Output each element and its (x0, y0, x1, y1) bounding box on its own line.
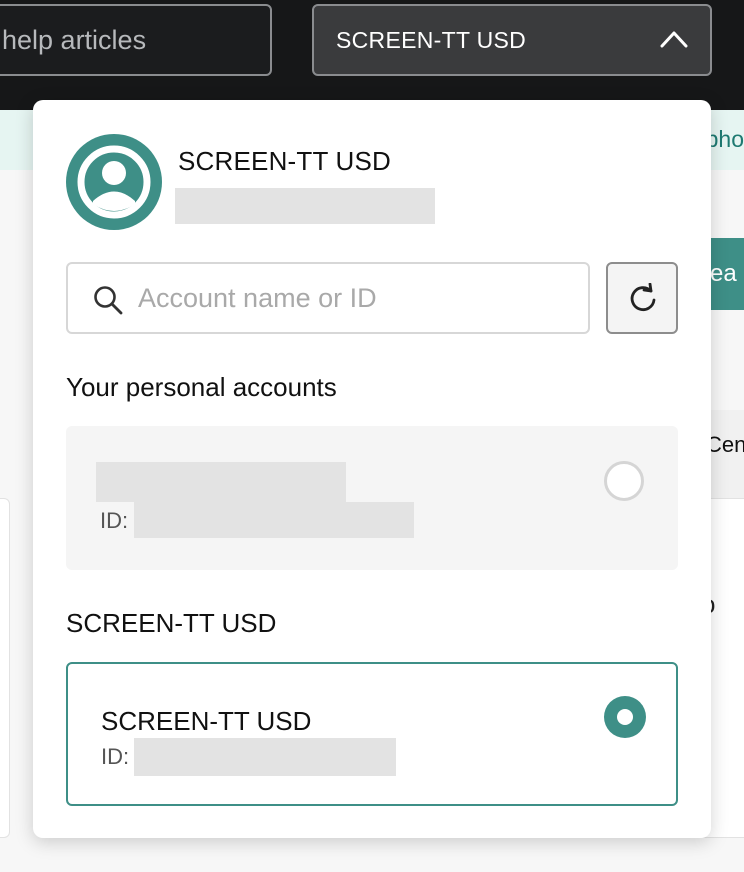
refresh-button[interactable] (606, 262, 678, 334)
avatar-icon (66, 134, 162, 230)
help-search-input[interactable]: help articles (0, 4, 272, 76)
account-search-input[interactable] (66, 262, 590, 334)
background-panel-left (0, 498, 10, 838)
banner-text: pho (705, 126, 744, 152)
account-group-heading: SCREEN-TT USD (66, 608, 277, 638)
chevron-up-icon (660, 31, 688, 48)
current-account-name: SCREEN-TT USD (178, 146, 392, 176)
redacted-account-name (96, 462, 346, 502)
account-selector[interactable]: SCREEN-TT USD (312, 4, 712, 76)
refresh-icon (630, 283, 656, 312)
account-switcher-dropdown: SCREEN-TT USD Your personal accounts ID:… (33, 100, 711, 838)
personal-account-item[interactable]: ID: (66, 426, 678, 570)
account-id-label: ID: (101, 744, 130, 769)
account-radio-unselected[interactable] (604, 461, 644, 501)
account-radio-selected[interactable] (604, 696, 646, 738)
selected-account-name: SCREEN-TT USD (101, 706, 312, 736)
redacted-account-id (134, 738, 396, 776)
account-search-field[interactable] (138, 278, 568, 318)
search-icon (94, 286, 123, 315)
account-id-label: ID: (100, 508, 129, 533)
redacted-account-id (175, 188, 435, 224)
redacted-account-id (134, 502, 414, 538)
account-selector-label: SCREEN-TT USD (336, 27, 527, 53)
top-bar: help articles SCREEN-TT USD (0, 0, 744, 110)
selected-account-item[interactable]: SCREEN-TT USD ID: (66, 662, 678, 806)
personal-accounts-heading: Your personal accounts (66, 372, 337, 402)
